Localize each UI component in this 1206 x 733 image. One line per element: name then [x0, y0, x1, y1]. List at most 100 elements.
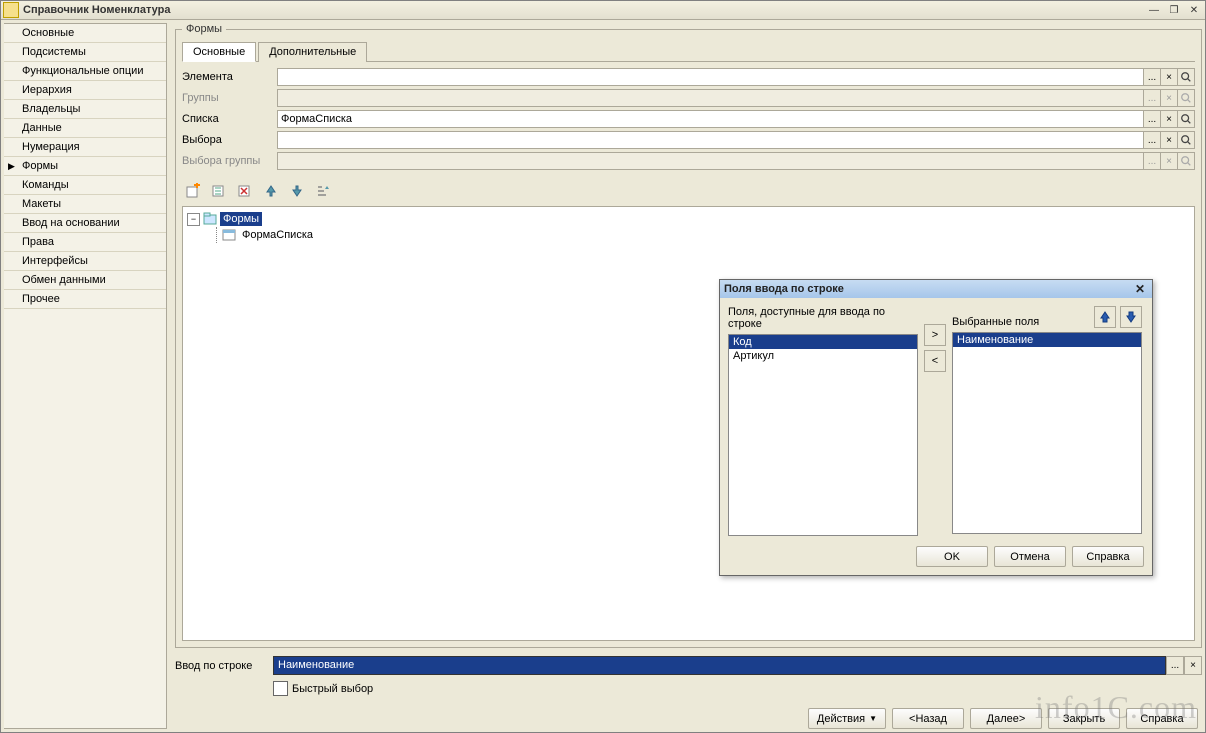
forms-folder-icon — [203, 212, 217, 226]
list-item[interactable]: Артикул — [729, 349, 917, 363]
sidebar: Основные Подсистемы Функциональные опции… — [4, 23, 167, 729]
tree-collapse-icon[interactable]: − — [187, 213, 200, 226]
sidebar-item-data[interactable]: Данные — [4, 119, 166, 138]
btn-close[interactable]: Закрыть — [1048, 708, 1120, 729]
sidebar-item-forms[interactable]: ▶Формы — [4, 157, 166, 176]
tree-root[interactable]: − Формы — [187, 211, 1190, 227]
form-rows: Элемента ... × Группы ... × — [182, 68, 1195, 170]
bottom-rows: Ввод по строке Наименование ... × Быстры… — [175, 656, 1202, 696]
btn-element-pick[interactable] — [1178, 68, 1195, 86]
sidebar-item-func-options[interactable]: Функциональные опции — [4, 62, 166, 81]
footer-buttons: Действия▼ <Назад Далее> Закрыть Справка — [175, 708, 1202, 729]
window-title: Справочник Номенклатура — [23, 4, 1143, 16]
app-icon — [3, 2, 19, 18]
dialog-title: Поля ввода по строке — [724, 283, 1132, 295]
tool-sort-icon[interactable] — [312, 180, 334, 202]
tool-move-up-icon[interactable] — [260, 180, 282, 202]
tool-delete-icon[interactable] — [234, 180, 256, 202]
form-item-icon — [222, 228, 236, 242]
selected-marker-icon: ▶ — [8, 161, 15, 172]
sidebar-item-input-based[interactable]: Ввод на основании — [4, 214, 166, 233]
input-group — [277, 89, 1144, 107]
quick-choice-label: Быстрый выбор — [292, 683, 373, 695]
dialog-cancel-button[interactable]: Отмена — [994, 546, 1066, 567]
quick-choice-checkbox[interactable] — [273, 681, 288, 696]
btn-back[interactable]: <Назад — [892, 708, 964, 729]
btn-list-pick[interactable] — [1178, 110, 1195, 128]
label-list: Списка — [182, 113, 277, 125]
selected-fields-label: Выбранные поля — [952, 316, 1094, 328]
list-item[interactable]: Наименование — [953, 333, 1141, 347]
btn-list-clear[interactable]: × — [1161, 110, 1178, 128]
tree-root-label[interactable]: Формы — [220, 212, 262, 226]
tool-move-down-icon[interactable] — [286, 180, 308, 202]
close-button[interactable]: ✕ — [1185, 2, 1203, 18]
tabs: Основные Дополнительные — [182, 41, 1195, 62]
btn-choice-dots[interactable]: ... — [1144, 131, 1161, 149]
btn-move-up[interactable] — [1094, 306, 1116, 328]
tab-main[interactable]: Основные — [182, 42, 256, 62]
btn-group-pick — [1178, 89, 1195, 107]
sidebar-item-exchange[interactable]: Обмен данными — [4, 271, 166, 290]
selected-fields-list[interactable]: Наименование — [952, 332, 1142, 534]
tree-child-label[interactable]: ФормаСписка — [239, 228, 316, 242]
sidebar-item-templates[interactable]: Макеты — [4, 195, 166, 214]
minimize-button[interactable]: — — [1145, 2, 1163, 18]
dialog-help-button[interactable]: Справка — [1072, 546, 1144, 567]
sidebar-item-rights[interactable]: Права — [4, 233, 166, 252]
input-by-string-field[interactable]: Наименование — [273, 656, 1166, 675]
available-fields-list[interactable]: Код Артикул — [728, 334, 918, 536]
tree-toolbar — [182, 180, 1195, 202]
label-choice: Выбора — [182, 134, 277, 146]
dropdown-icon: ▼ — [869, 714, 877, 723]
tree-child[interactable]: ФормаСписка — [211, 227, 1190, 243]
btn-group-dots: ... — [1144, 89, 1161, 107]
forms-legend: Формы — [182, 23, 226, 35]
btn-next[interactable]: Далее> — [970, 708, 1042, 729]
dialog-ok-button[interactable]: OK — [916, 546, 988, 567]
sidebar-item-subsystems[interactable]: Подсистемы — [4, 43, 166, 62]
label-group: Группы — [182, 92, 277, 104]
sidebar-item-main[interactable]: Основные — [4, 24, 166, 43]
btn-help[interactable]: Справка — [1126, 708, 1198, 729]
sidebar-item-owners[interactable]: Владельцы — [4, 100, 166, 119]
btn-choice-clear[interactable]: × — [1161, 131, 1178, 149]
input-element[interactable] — [277, 68, 1144, 86]
btn-group-choice-clear: × — [1161, 152, 1178, 170]
tab-additional[interactable]: Дополнительные — [258, 42, 367, 62]
btn-group-choice-dots: ... — [1144, 152, 1161, 170]
btn-move-down[interactable] — [1120, 306, 1142, 328]
sidebar-item-hierarchy[interactable]: Иерархия — [4, 81, 166, 100]
btn-element-clear[interactable]: × — [1161, 68, 1178, 86]
btn-add-field[interactable]: > — [924, 324, 946, 346]
btn-group-clear: × — [1161, 89, 1178, 107]
sidebar-item-commands[interactable]: Команды — [4, 176, 166, 195]
input-fields-dialog: Поля ввода по строке ✕ Поля, доступные д… — [719, 279, 1153, 576]
btn-list-dots[interactable]: ... — [1144, 110, 1161, 128]
dialog-titlebar: Поля ввода по строке ✕ — [720, 280, 1152, 298]
label-group-choice: Выбора группы — [182, 155, 277, 167]
btn-input-by-string-clear[interactable]: × — [1184, 656, 1202, 675]
tool-edit-icon[interactable] — [208, 180, 230, 202]
btn-choice-pick[interactable] — [1178, 131, 1195, 149]
btn-remove-field[interactable]: < — [924, 350, 946, 372]
available-fields-label: Поля, доступные для ввода по строке — [728, 306, 918, 330]
configurator-window: Справочник Номенклатура — ❐ ✕ Основные П… — [0, 0, 1206, 733]
tool-add-icon[interactable] — [182, 180, 204, 202]
btn-input-by-string-dots[interactable]: ... — [1166, 656, 1184, 675]
btn-group-choice-pick — [1178, 152, 1195, 170]
btn-actions[interactable]: Действия▼ — [808, 708, 886, 729]
list-item[interactable]: Код — [729, 335, 917, 349]
restore-button[interactable]: ❐ — [1165, 2, 1183, 18]
label-input-by-string: Ввод по строке — [175, 660, 273, 672]
input-group-choice — [277, 152, 1144, 170]
sidebar-item-numbering[interactable]: Нумерация — [4, 138, 166, 157]
btn-element-dots[interactable]: ... — [1144, 68, 1161, 86]
titlebar: Справочник Номенклатура — ❐ ✕ — [1, 1, 1205, 20]
sidebar-item-interfaces[interactable]: Интерфейсы — [4, 252, 166, 271]
input-list[interactable] — [277, 110, 1144, 128]
sidebar-item-other[interactable]: Прочее — [4, 290, 166, 309]
dialog-close-button[interactable]: ✕ — [1132, 282, 1148, 296]
label-element: Элемента — [182, 71, 277, 83]
input-choice[interactable] — [277, 131, 1144, 149]
